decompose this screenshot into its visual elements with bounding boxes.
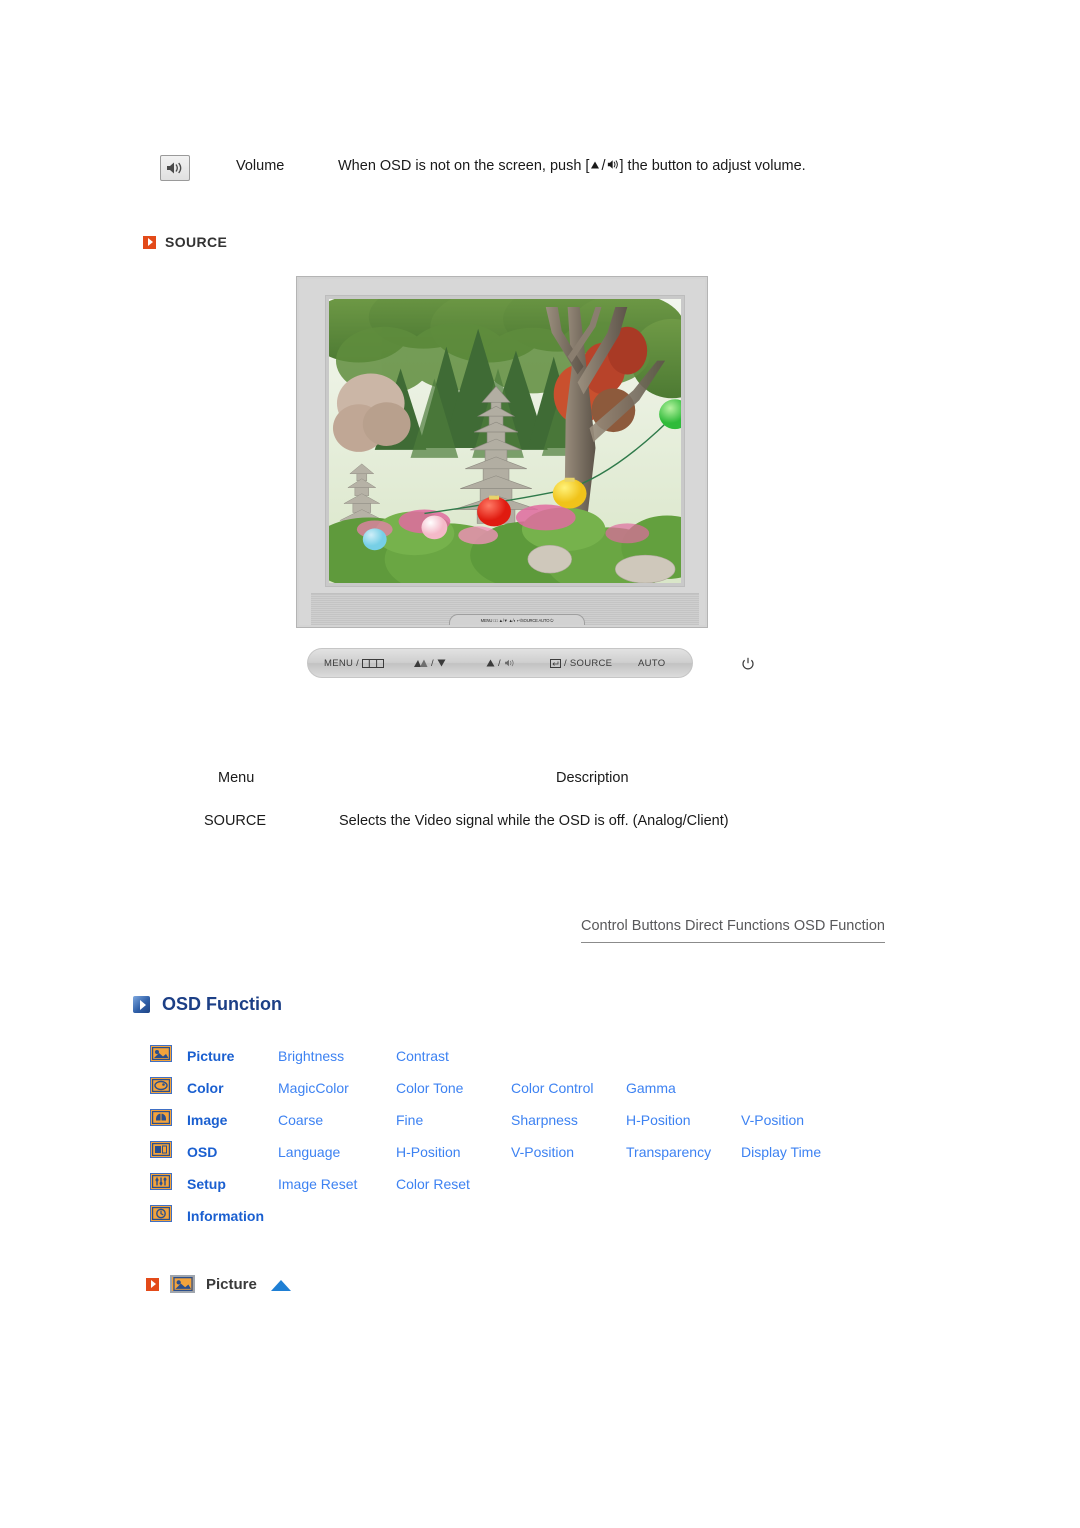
monitor-screen-image (329, 299, 681, 583)
osd-item-h-position[interactable]: H-Position (626, 1112, 691, 1128)
control-source-button[interactable]: / SOURCE (550, 658, 612, 669)
down-triangle-icon (437, 659, 446, 667)
picture-icon (150, 1045, 172, 1062)
control-menu-label: MENU / (324, 657, 360, 669)
osd-function-menu-grid: Picture Brightness Contrast Color MagicC… (150, 1040, 910, 1232)
osd-row-setup: Setup Image Reset Color Reset (150, 1168, 910, 1200)
source-section-heading: SOURCE (143, 234, 227, 250)
control-magicbright-label: / (431, 657, 434, 669)
osd-category-image[interactable]: Image (187, 1112, 227, 1128)
monitor-front-mini-controls: MENU □□ ▲/▼ ▲/◐ ↵/SOURCE AUTO ⏻ (449, 614, 585, 625)
osd-item-coarse[interactable]: Coarse (278, 1112, 323, 1128)
volume-description-prefix: When OSD is not on the screen, push [ (338, 158, 590, 174)
up-triangle-icon (486, 659, 495, 667)
volume-row: Volume When OSD is not on the screen, pu… (160, 155, 920, 187)
control-up-label: / (498, 657, 501, 669)
osd-category-information[interactable]: Information (187, 1208, 264, 1224)
osd-row-information: Information (150, 1200, 910, 1232)
orange-triangle-bullet-icon (146, 1277, 159, 1291)
osd-item-v-position[interactable]: V-Position (741, 1112, 804, 1128)
control-magicbright-down-button[interactable]: / (414, 658, 446, 669)
monitor-speaker-bar: MENU □□ ▲/▼ ▲/◐ ↵/SOURCE AUTO ⏻ (311, 593, 699, 625)
monitor-screen-bezel (325, 295, 685, 587)
osd-item-color-tone[interactable]: Color Tone (396, 1080, 463, 1096)
osd-item-image-reset[interactable]: Image Reset (278, 1176, 357, 1192)
control-up-volume-button[interactable]: / (486, 658, 515, 669)
control-auto-label: AUTO (638, 657, 666, 669)
osd-item-brightness[interactable]: Brightness (278, 1048, 344, 1064)
power-icon (742, 657, 754, 669)
setup-icon (150, 1173, 172, 1190)
osd-item-contrast[interactable]: Contrast (396, 1048, 449, 1064)
osd-item-color-control[interactable]: Color Control (511, 1080, 593, 1096)
osd-category-color[interactable]: Color (187, 1080, 224, 1096)
volume-description-suffix: ] the button to adjust volume. (619, 158, 806, 174)
osd-icon (150, 1141, 172, 1158)
picture-subsection-heading: Picture (146, 1275, 291, 1293)
picture-subsection-label: Picture (206, 1275, 257, 1293)
speaker-volume-icon (505, 659, 514, 667)
magicbright-icon (414, 659, 428, 667)
enter-icon (550, 658, 561, 668)
table-row-description-source: Selects the Video signal while the OSD i… (339, 813, 729, 829)
osd-item-color-reset[interactable]: Color Reset (396, 1176, 470, 1192)
control-power-button[interactable] (742, 657, 754, 670)
up-triangle-icon (590, 158, 600, 174)
image-icon (150, 1109, 172, 1126)
tab-direct-functions[interactable]: Direct Functions (685, 918, 790, 934)
osd-item-language[interactable]: Language (278, 1144, 340, 1160)
volume-label: Volume (236, 158, 285, 174)
monitor-control-bar: MENU / / / / SOURCE AUTO (307, 648, 754, 678)
osd-row-picture: Picture Brightness Contrast (150, 1040, 910, 1072)
table-row-menu-source: SOURCE (204, 813, 267, 829)
osd-item-display-time[interactable]: Display Time (741, 1144, 821, 1160)
volume-description: When OSD is not on the screen, push [ / … (338, 158, 806, 174)
osd-menu-icon (362, 658, 385, 668)
tab-control-buttons[interactable]: Control Buttons (581, 918, 681, 934)
color-icon (150, 1077, 172, 1094)
tab-osd-function[interactable]: OSD Function (794, 918, 885, 934)
control-auto-button[interactable]: AUTO (638, 658, 665, 669)
section-nav-tabs: Control Buttons Direct Functions OSD Fun… (581, 918, 885, 934)
source-heading-label: SOURCE (165, 234, 228, 250)
osd-row-image: Image Coarse Fine Sharpness H-Position V… (150, 1104, 910, 1136)
osd-function-heading: OSD Function (133, 994, 282, 1015)
osd-item-transparency[interactable]: Transparency (626, 1144, 711, 1160)
osd-category-picture[interactable]: Picture (187, 1048, 234, 1064)
osd-row-color: Color MagicColor Color Tone Color Contro… (150, 1072, 910, 1104)
speaker-volume-icon (160, 155, 190, 181)
information-icon (150, 1205, 172, 1222)
monitor-illustration: MENU □□ ▲/▼ ▲/◐ ↵/SOURCE AUTO ⏻ (296, 276, 708, 628)
osd-category-setup[interactable]: Setup (187, 1176, 226, 1192)
osd-row-osd: OSD Language H-Position V-Position Trans… (150, 1136, 910, 1168)
control-source-label: / SOURCE (564, 657, 613, 669)
osd-item-sharpness[interactable]: Sharpness (511, 1112, 578, 1128)
slash-separator: / (601, 158, 606, 174)
osd-category-osd[interactable]: OSD (187, 1144, 217, 1160)
control-menu-button[interactable]: MENU / (324, 657, 385, 669)
osd-item-v-position[interactable]: V-Position (511, 1144, 574, 1160)
picture-icon (170, 1275, 195, 1293)
osd-function-heading-label: OSD Function (162, 994, 282, 1014)
up-triangle-icon[interactable] (270, 1279, 291, 1291)
osd-item-gamma[interactable]: Gamma (626, 1080, 676, 1096)
table-header-description: Description (556, 770, 629, 786)
osd-item-magiccolor[interactable]: MagicColor (278, 1080, 349, 1096)
nav-tabs-underline (581, 942, 885, 943)
osd-item-fine[interactable]: Fine (396, 1112, 423, 1128)
osd-item-h-position[interactable]: H-Position (396, 1144, 461, 1160)
monitor-body: MENU □□ ▲/▼ ▲/◐ ↵/SOURCE AUTO ⏻ (299, 279, 705, 625)
speaker-volume-icon-inline (607, 158, 619, 174)
table-header-menu: Menu (218, 770, 255, 786)
orange-triangle-bullet-icon (143, 235, 156, 249)
blue-triangle-bullet-icon (133, 996, 150, 1013)
